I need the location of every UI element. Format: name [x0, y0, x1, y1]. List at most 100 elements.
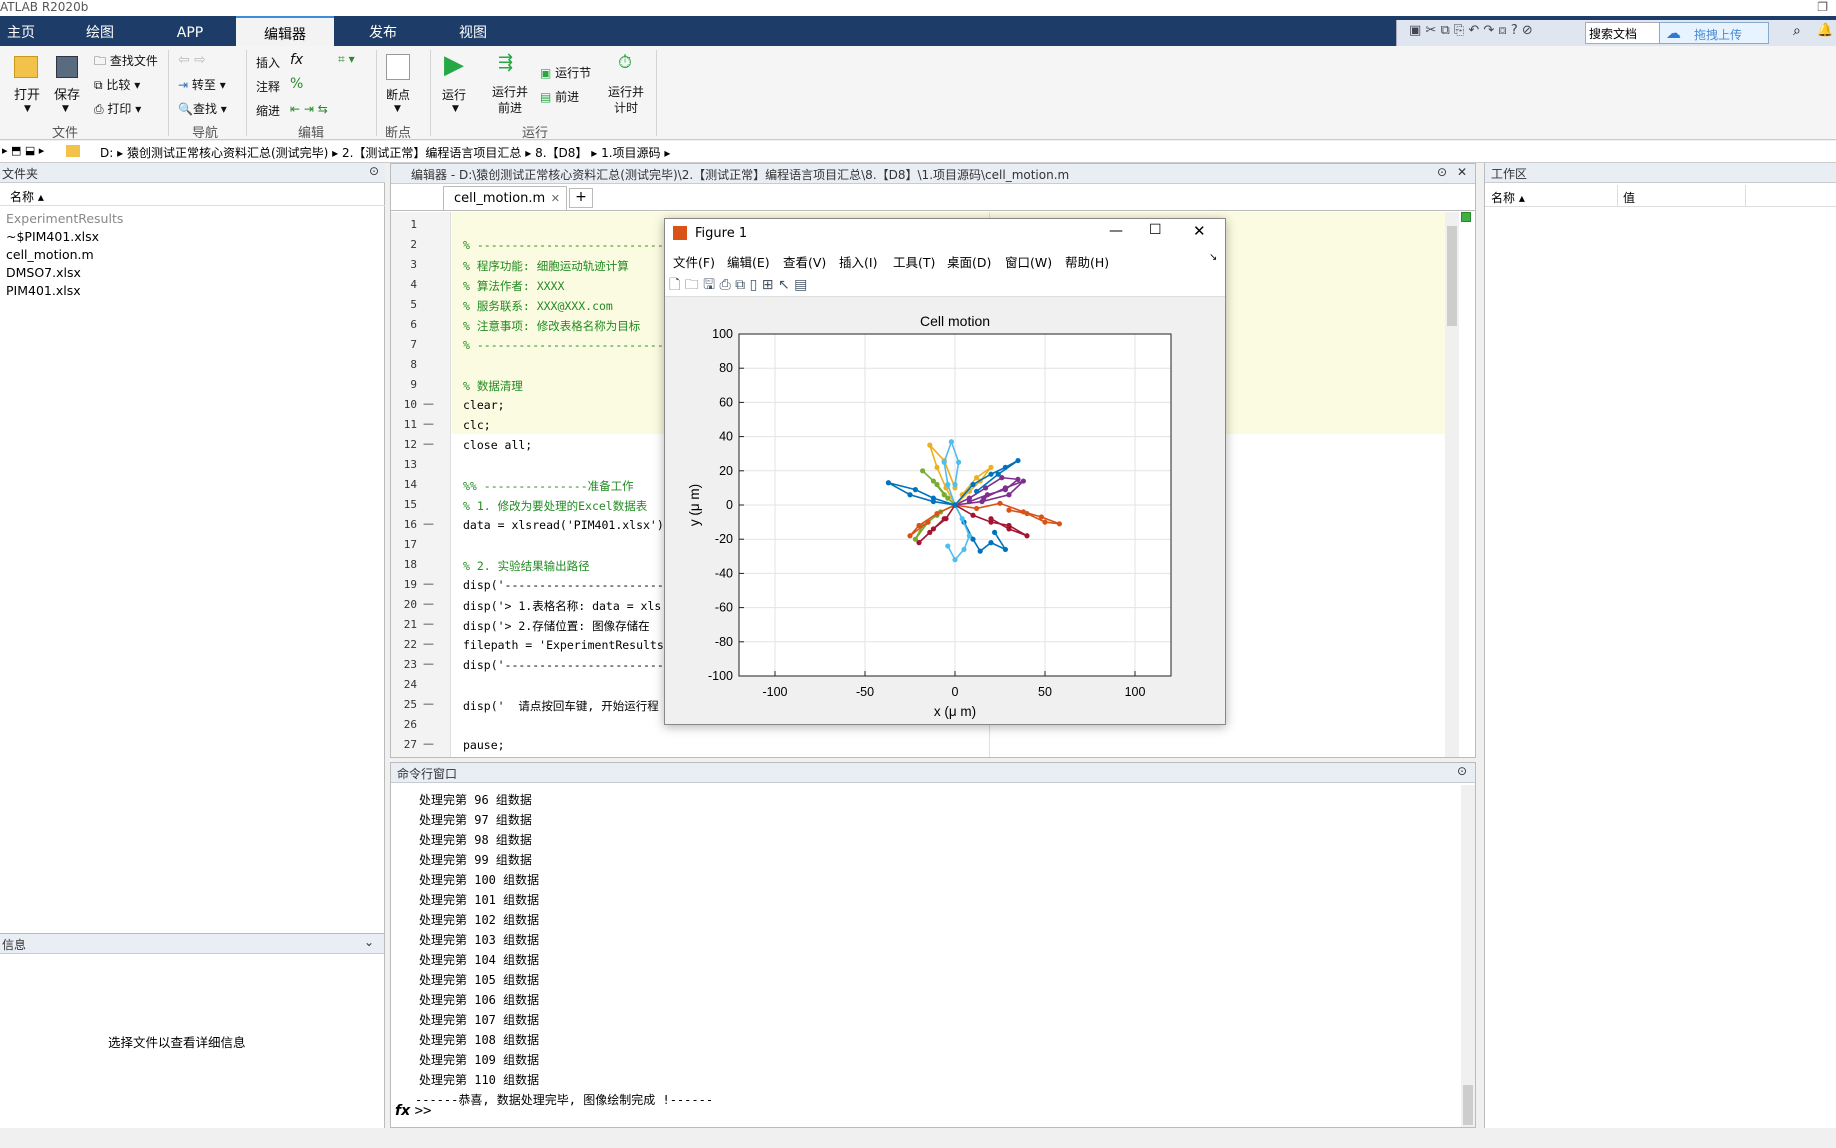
code-line[interactable]: clear;	[463, 398, 505, 412]
line-number[interactable]: 27	[391, 738, 417, 751]
tab-editor[interactable]: 编辑器	[236, 16, 334, 46]
breakpoint-marker[interactable]: —	[423, 617, 434, 630]
code-line[interactable]: % 程序功能: 细胞运动轨迹计算	[463, 258, 629, 274]
menu-file[interactable]: 文件(F)	[673, 252, 715, 271]
save-dropdown-icon[interactable]: ▼	[62, 104, 69, 114]
line-number[interactable]: 8	[391, 358, 417, 371]
back-forward-icons[interactable]: ⇦ ⇨	[178, 52, 206, 68]
breakpoints-button[interactable]: 断点	[386, 86, 410, 103]
indent-icon[interactable]: ⇤ ⇥ ⇆	[290, 102, 328, 116]
print-button[interactable]: ⎙ 打印 ▾	[94, 100, 141, 117]
find-files-button[interactable]: 🗀 查找文件	[94, 52, 158, 73]
code-analyzer-icon[interactable]	[1461, 212, 1471, 222]
line-number[interactable]: 4	[391, 278, 417, 291]
breakpoint-marker[interactable]: —	[423, 517, 434, 530]
line-number[interactable]: 17	[391, 538, 417, 551]
line-number[interactable]: 2	[391, 238, 417, 251]
breakpoint-marker[interactable]: —	[423, 637, 434, 650]
upload-button[interactable]: ☁ 拖拽上传	[1659, 22, 1769, 44]
tab-view[interactable]: 视图	[440, 16, 506, 46]
breadcrumb-drive[interactable]: D:	[100, 146, 113, 160]
code-line[interactable]: % 1. 修改为要处理的Excel数据表	[463, 498, 647, 514]
breakpoint-marker[interactable]: —	[423, 417, 434, 430]
close-tab-icon[interactable]: ✕	[551, 192, 560, 205]
list-item[interactable]: ExperimentResults	[6, 211, 123, 226]
line-number[interactable]: 15	[391, 498, 417, 511]
code-line[interactable]: % 2. 实验结果输出路径	[463, 558, 590, 574]
run-section-button[interactable]: ▣ 运行节	[540, 64, 591, 81]
breadcrumb-item[interactable]: 1.项目源码	[601, 146, 660, 160]
fx-icon[interactable]: fx	[290, 52, 303, 68]
breadcrumb-item[interactable]: 2.【测试正常】编程语言项目汇总	[342, 146, 521, 160]
find-button[interactable]: 🔍查找 ▾	[178, 100, 227, 117]
line-number[interactable]: 24	[391, 678, 417, 691]
line-number[interactable]: 16	[391, 518, 417, 531]
run-button[interactable]: 运行	[442, 86, 466, 103]
line-number[interactable]: 6	[391, 318, 417, 331]
code-line[interactable]: % -------------------------------	[463, 338, 691, 352]
column-header-name[interactable]: 名称 ▴	[0, 184, 385, 206]
line-number[interactable]: 26	[391, 718, 417, 731]
code-line[interactable]: filepath = 'ExperimentResults	[463, 638, 664, 652]
code-line[interactable]: disp('> 2.存储位置: 图像存储在	[463, 618, 650, 634]
run-dropdown-icon[interactable]: ▼	[452, 104, 459, 114]
breakpoint-marker[interactable]: —	[423, 697, 434, 710]
list-item[interactable]: DMSO7.xlsx	[6, 265, 81, 280]
line-number[interactable]: 1	[391, 218, 417, 231]
editor-scrollbar[interactable]	[1445, 212, 1459, 757]
tab-home[interactable]: 主页	[0, 16, 42, 46]
line-number[interactable]: 21	[391, 618, 417, 631]
line-number[interactable]: 5	[391, 298, 417, 311]
menu-tools[interactable]: 工具(T)	[893, 252, 935, 271]
open-dropdown-icon[interactable]: ▼	[24, 104, 31, 114]
line-number[interactable]: 19	[391, 578, 417, 591]
breadcrumb-item[interactable]: 8.【D8】	[535, 146, 587, 160]
line-number[interactable]: 7	[391, 338, 417, 351]
code-line[interactable]: % 数据清理	[463, 378, 523, 394]
breakpoint-marker[interactable]: —	[423, 737, 434, 750]
search-icon[interactable]: ⌕	[1793, 23, 1801, 39]
save-button[interactable]: 保存	[54, 84, 80, 103]
line-number[interactable]: 14	[391, 478, 417, 491]
menu-desktop[interactable]: 桌面(D)	[947, 252, 991, 271]
breakpoints-dropdown-icon[interactable]: ▼	[394, 104, 401, 114]
maximize-icon[interactable]: ☐	[1149, 222, 1162, 238]
command-scrollbar[interactable]	[1461, 785, 1475, 1127]
chevron-down-icon[interactable]: ⌄	[364, 935, 374, 949]
tab-apps[interactable]: APP	[160, 16, 220, 46]
list-item[interactable]: PIM401.xlsx	[6, 283, 81, 298]
breadcrumb-item[interactable]: 猿创测试正常核心资料汇总(测试完毕)	[127, 146, 328, 160]
list-item[interactable]: cell_motion.m	[6, 247, 94, 262]
close-icon[interactable]: ✕	[1193, 222, 1206, 240]
run-advance-button[interactable]: 运行并 前进	[492, 84, 528, 116]
close-icon[interactable]: ✕	[1457, 165, 1467, 179]
code-line[interactable]: disp(' 请点按回车键, 开始运行程	[463, 698, 659, 714]
code-line[interactable]: data = xlsread('PIM401.xlsx')	[463, 518, 664, 532]
breakpoint-marker[interactable]: —	[423, 437, 434, 450]
menu-edit[interactable]: 编辑(E)	[727, 252, 770, 271]
code-line[interactable]: disp('-----------------------	[463, 578, 664, 592]
figure-window[interactable]: Figure 1 — ☐ ✕ 文件(F) 编辑(E) 查看(V) 插入(I) 工…	[664, 218, 1226, 725]
menu-view[interactable]: 查看(V)	[783, 252, 826, 271]
menu-window[interactable]: 窗口(W)	[1005, 252, 1052, 271]
menu-help[interactable]: 帮助(H)	[1065, 252, 1109, 271]
code-line[interactable]: % -------------------------------	[463, 238, 691, 252]
restore-window-icon[interactable]: ❐	[1817, 0, 1828, 14]
open-button[interactable]: 打开	[14, 84, 40, 103]
line-number[interactable]: 3	[391, 258, 417, 271]
code-line[interactable]: % 注意事项: 修改表格名称为目标	[463, 318, 640, 334]
panel-menu-icon[interactable]: ⊙	[369, 164, 379, 178]
line-number[interactable]: 9	[391, 378, 417, 391]
percent-icon[interactable]: %	[290, 76, 303, 92]
line-number[interactable]: 18	[391, 558, 417, 571]
run-and-time-button[interactable]: 运行并 计时	[608, 84, 644, 116]
notification-icon[interactable]: 🔔	[1817, 23, 1833, 38]
breakpoint-marker[interactable]: —	[423, 577, 434, 590]
line-number[interactable]: 23	[391, 658, 417, 671]
line-number[interactable]: 20	[391, 598, 417, 611]
breakpoint-marker[interactable]: —	[423, 597, 434, 610]
line-number[interactable]: 12	[391, 438, 417, 451]
nav-arrows-icon[interactable]: ▸ ⬒ ⬓ ▸	[2, 144, 44, 157]
scroll-thumb[interactable]	[1463, 1085, 1473, 1125]
compare-button[interactable]: ⧉ 比较 ▾	[94, 76, 140, 93]
